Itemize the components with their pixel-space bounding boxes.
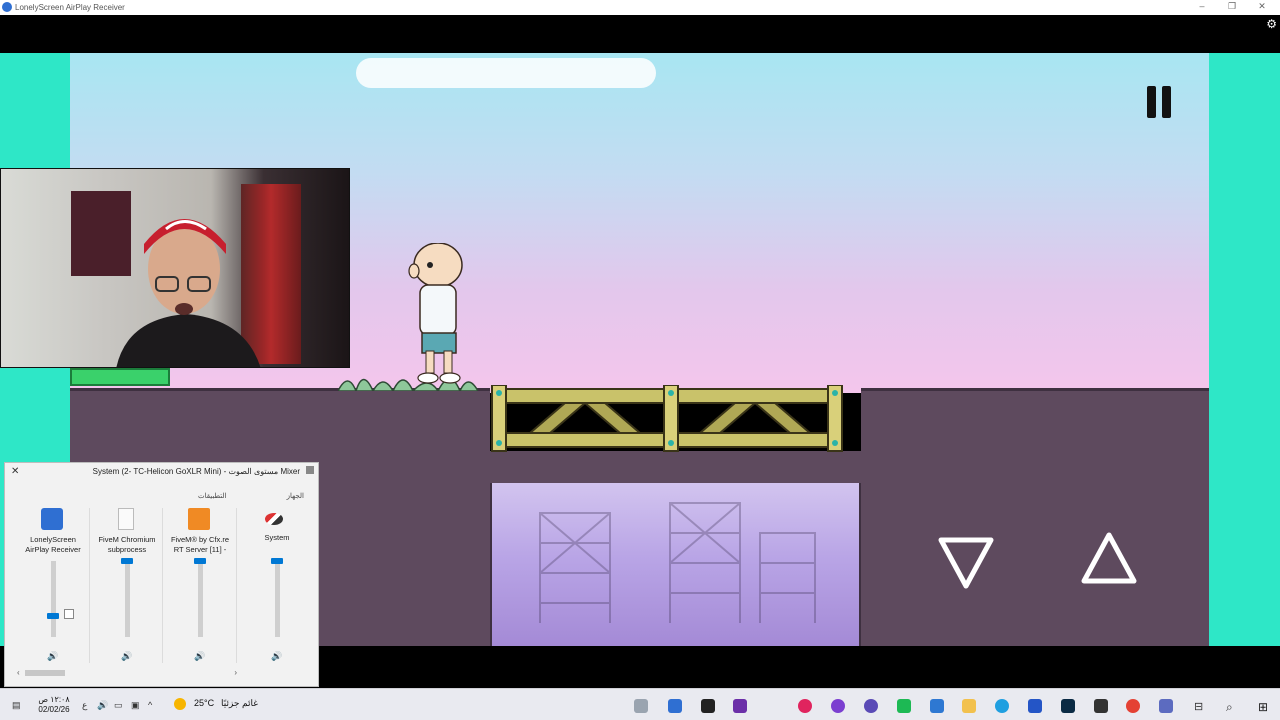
search-icon[interactable]: ⌕ <box>1226 700 1233 715</box>
streamer <box>116 219 261 367</box>
volume-slider[interactable] <box>51 561 56 637</box>
apps-label: التطبيقات <box>198 493 227 500</box>
lonelyscreen-taskbar-icon[interactable] <box>668 699 682 713</box>
taskbar-app-icon[interactable] <box>1028 699 1042 713</box>
mixer-close-icon[interactable]: ✕ <box>11 466 19 477</box>
taskbar-app-icon[interactable] <box>634 699 648 713</box>
gear-icon[interactable]: ⚙ <box>1266 17 1277 31</box>
volume-slider[interactable] <box>275 561 280 637</box>
task-view-icon[interactable]: ⊟ <box>1194 700 1203 713</box>
volume-slider-thumb[interactable] <box>271 558 283 564</box>
taskbar-app-icon[interactable] <box>798 699 812 713</box>
taskbar: ▤ ١٢:٠٨ ص 02/02/26 ع 🔊 ▭ ▣ ^ 25°C غائم ج… <box>0 688 1280 720</box>
volume-slider-thumb[interactable] <box>194 558 206 564</box>
battery-icon[interactable]: ▣ <box>131 700 140 711</box>
taskbar-app-icon[interactable] <box>864 699 878 713</box>
speaker-system-icon <box>265 513 283 525</box>
close-button[interactable]: ✕ <box>1247 1 1277 14</box>
language-indicator[interactable]: ع <box>82 700 87 711</box>
volume-icon[interactable]: 🔊 <box>47 651 58 662</box>
cursor-tooltip <box>64 609 74 619</box>
clock[interactable]: ١٢:٠٨ ص 02/02/26 <box>34 695 74 715</box>
document-icon <box>118 508 134 530</box>
title-bar: LonelyScreen AirPlay Receiver – ❐ ✕ <box>0 0 1280 15</box>
weather-temp[interactable]: 25°C <box>194 698 214 708</box>
device-label: الجهاز <box>286 493 304 500</box>
ground-right <box>861 388 1209 646</box>
volume-slider[interactable] <box>198 561 203 637</box>
volume-icon[interactable]: 🔊 <box>121 651 132 662</box>
fivem-icon <box>188 508 210 530</box>
minimize-button[interactable]: – <box>1187 1 1217 14</box>
scroll-left-icon[interactable]: ‹ <box>17 668 20 677</box>
volume-icon[interactable]: 🔊 <box>271 651 282 662</box>
pause-icon <box>1147 86 1156 118</box>
photoshop-icon[interactable] <box>1061 699 1075 713</box>
taskbar-app-icon[interactable] <box>701 699 715 713</box>
webcam-overlay <box>0 168 350 368</box>
mixer-device-system: System 🔊 <box>242 503 312 663</box>
taskbar-app-icon[interactable] <box>831 699 845 713</box>
window-title: LonelyScreen AirPlay Receiver <box>15 3 125 12</box>
volume-slider[interactable] <box>125 561 130 637</box>
volume-slider-thumb[interactable] <box>121 558 133 564</box>
triangle-down-icon[interactable] <box>937 536 995 590</box>
monitor-icon <box>41 508 63 530</box>
cloud <box>356 58 656 88</box>
weather-icon <box>174 698 186 710</box>
mixer-app-fivem-chromium: FiveM Chromium subprocess 🔊 <box>92 503 162 663</box>
chevron-up-icon[interactable]: ^ <box>148 700 152 710</box>
right-border <box>1209 53 1280 646</box>
player-character <box>408 243 463 384</box>
app-icon <box>2 2 12 12</box>
mixer-title: System (2- TC-Helicon GoXLR Mini) - مستو… <box>92 467 300 476</box>
volume-mixer-window: ✕ System (2- TC-Helicon GoXLR Mini) - مس… <box>4 462 319 687</box>
notification-icon[interactable]: ▤ <box>12 700 21 711</box>
scroll-thumb[interactable] <box>25 670 65 676</box>
wooden-bridge <box>491 385 843 452</box>
triangle-up-icon[interactable] <box>1080 531 1138 585</box>
health-bar <box>70 368 170 386</box>
taskbar-app-icon[interactable] <box>930 699 944 713</box>
taskbar-app-icon[interactable] <box>897 699 911 713</box>
taskbar-app-icon[interactable] <box>1159 699 1173 713</box>
chrome-icon[interactable] <box>1126 699 1140 713</box>
edge-icon[interactable] <box>995 699 1009 713</box>
volume-icon[interactable]: 🔊 <box>194 651 205 662</box>
weather-text[interactable]: غائم جزئيًا <box>221 698 258 709</box>
windows-start-icon[interactable]: ⊞ <box>1258 700 1268 714</box>
network-icon[interactable]: ▭ <box>114 700 123 711</box>
mixer-app-lonelyscreen: LonelyScreen AirPlay Receiver 🔊 <box>18 503 88 663</box>
volume-slider-thumb[interactable] <box>47 613 59 619</box>
horizontal-scrollbar[interactable]: ‹ › <box>17 668 237 678</box>
mixer-app-fivem-server: FiveM® by Cfx.re RT Server [11] - 🔊 <box>165 503 235 663</box>
volume-tray-icon[interactable]: 🔊 <box>97 700 108 711</box>
taskbar-app-icon[interactable] <box>1094 699 1108 713</box>
file-explorer-icon[interactable] <box>962 699 976 713</box>
maximize-button[interactable]: ❐ <box>1217 1 1247 14</box>
speaker-icon <box>306 466 314 474</box>
taskbar-app-icon[interactable] <box>733 699 747 713</box>
background-scaffolding <box>539 502 816 623</box>
scroll-right-icon[interactable]: › <box>234 668 237 677</box>
pause-button[interactable] <box>1147 86 1171 118</box>
